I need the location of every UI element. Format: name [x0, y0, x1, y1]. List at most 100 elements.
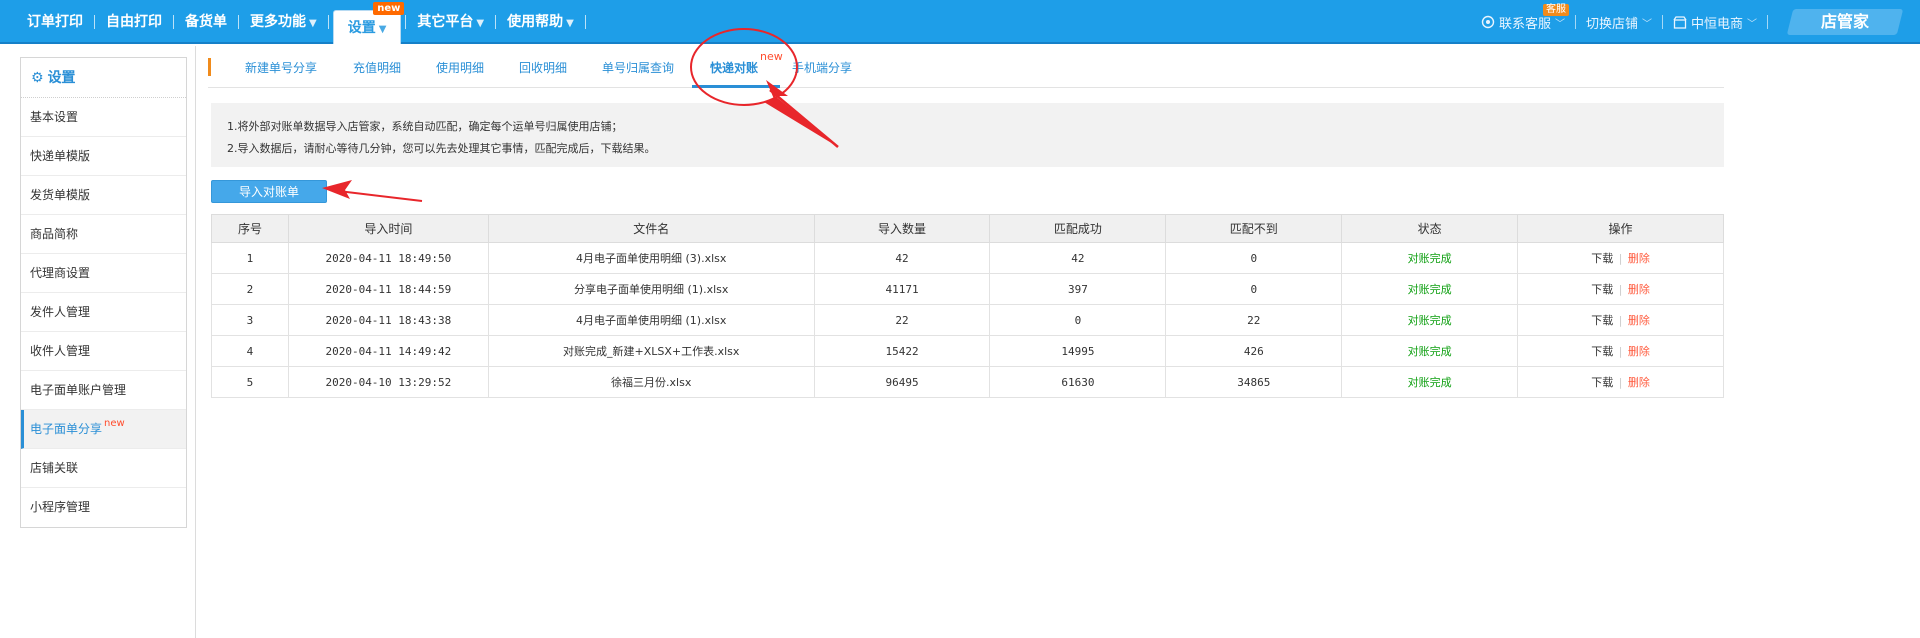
import-count: 22 [813, 304, 991, 336]
row-number: 3 [211, 304, 289, 336]
nav-settings[interactable]: 设置 ▼ new [332, 2, 405, 44]
download-link[interactable]: 下载 [1591, 376, 1613, 389]
sidebar-item-express-template[interactable]: 快递单模版 [21, 137, 186, 176]
table-row: 1 2020-04-11 18:49:50 4月电子面单使用明细 (3).xls… [211, 242, 1724, 274]
import-count: 96495 [813, 366, 991, 398]
nav-other-platforms[interactable]: 其它平台 ▼ [406, 0, 495, 44]
table-row: 4 2020-04-11 14:49:42 对账完成_新建+XLSX+工作表.x… [211, 335, 1724, 367]
dropdown-arrow-icon: ▼ [476, 18, 485, 29]
status-cell: 对账完成 [1341, 335, 1519, 367]
new-badge: new [373, 2, 405, 15]
sidebar-item-sender-management[interactable]: 发件人管理 [21, 293, 186, 332]
tabs-accent-bar [208, 58, 211, 76]
status-text: 对账完成 [1407, 252, 1452, 265]
sidebar-item-mini-program[interactable]: 小程序管理 [21, 488, 186, 527]
file-name: 分享电子面单使用明细 (1).xlsx [487, 273, 815, 305]
column-header: 状态 [1341, 214, 1519, 243]
sidebar-item-delivery-template[interactable]: 发货单模版 [21, 176, 186, 215]
status-text: 对账完成 [1407, 283, 1452, 296]
matched-count: 14995 [989, 335, 1167, 367]
status-text: 对账完成 [1407, 314, 1452, 327]
file-name: 对账完成_新建+XLSX+工作表.xlsx [487, 335, 815, 367]
settings-sidebar: ⚙ 设置 基本设置 快递单模版 发货单模版 商品简称 代理商设置 发件人管理 收件… [20, 57, 187, 528]
unmatched-count: 0 [1165, 242, 1343, 274]
action-divider: | [1617, 283, 1624, 296]
download-link[interactable]: 下载 [1591, 314, 1613, 327]
sidebar-panel: ⚙ 设置 基本设置 快递单模版 发货单模版 商品简称 代理商设置 发件人管理 收件… [0, 46, 196, 638]
delete-link[interactable]: 删除 [1628, 345, 1650, 358]
instructions-box: 1.将外部对账单数据导入店管家，系统自动匹配，确定每个运单号归属使用店铺； 2.… [211, 103, 1724, 167]
download-link[interactable]: 下载 [1591, 252, 1613, 265]
table-row: 5 2020-04-10 13:29:52 徐福三月份.xlsx 96495 6… [211, 366, 1724, 398]
tab-waybill-lookup[interactable]: 单号归属查询 [602, 56, 674, 88]
matched-count: 397 [989, 273, 1167, 305]
tab-new-share[interactable]: 新建单号分享 [245, 56, 317, 88]
unmatched-count: 22 [1165, 304, 1343, 336]
sidebar-item-shop-association[interactable]: 店铺关联 [21, 449, 186, 488]
nav-divider [327, 15, 329, 29]
row-number: 5 [211, 366, 289, 398]
sidebar-title: ⚙ 设置 [21, 58, 186, 98]
nav-order-print[interactable]: 订单打印 [16, 0, 94, 44]
nav-divider [1767, 15, 1768, 29]
import-time: 2020-04-11 18:49:50 [287, 242, 489, 274]
action-divider: | [1617, 252, 1624, 265]
column-header: 序号 [211, 214, 289, 243]
chevron-down-icon: ﹀ [1641, 18, 1652, 30]
import-time: 2020-04-11 18:44:59 [287, 273, 489, 305]
nav-more-functions[interactable]: 更多功能 ▼ [239, 0, 328, 44]
status-text: 对账完成 [1407, 376, 1452, 389]
tab-usage-details[interactable]: 使用明细 [436, 56, 484, 88]
sidebar-item-product-short-name[interactable]: 商品简称 [21, 215, 186, 254]
nav-help[interactable]: 使用帮助 ▼ [496, 0, 585, 44]
column-header: 导入数量 [813, 214, 991, 243]
row-number: 1 [211, 242, 289, 274]
new-badge: new [104, 418, 125, 429]
delete-link[interactable]: 删除 [1628, 252, 1650, 265]
dropdown-arrow-icon: ▼ [566, 18, 574, 29]
active-tab-underline [692, 85, 780, 88]
import-time: 2020-04-11 18:43:38 [287, 304, 489, 336]
actions-cell: 下载 | 删除 [1517, 304, 1724, 336]
instruction-line: 2.导入数据后，请耐心等待几分钟，您可以先去处理其它事情，匹配完成后，下载结果。 [227, 142, 656, 155]
delete-link[interactable]: 删除 [1628, 314, 1650, 327]
delete-link[interactable]: 删除 [1628, 283, 1650, 296]
file-name: 4月电子面单使用明细 (1).xlsx [487, 304, 815, 336]
top-nav-bar: 订单打印 自由打印 备货单 更多功能 ▼ 设置 ▼ new 其它平台 ▼ 使用帮助 ▼ 联… [0, 0, 1920, 44]
shop-account[interactable]: 中恒电商 ﹀ [1663, 13, 1767, 32]
import-time: 2020-04-11 14:49:42 [287, 335, 489, 367]
status-cell: 对账完成 [1341, 304, 1519, 336]
sidebar-item-waybill-sharing[interactable]: 电子面单分享 new [21, 410, 186, 449]
import-time: 2020-04-10 13:29:52 [287, 366, 489, 398]
column-header: 导入时间 [287, 214, 489, 243]
nav-divider [584, 15, 586, 29]
tab-recharge-details[interactable]: 充值明细 [353, 56, 401, 88]
import-statement-button[interactable]: 导入对账单 [211, 180, 327, 203]
row-number: 2 [211, 273, 289, 305]
download-link[interactable]: 下载 [1591, 283, 1613, 296]
contact-support[interactable]: 联系客服 ﹀ 客服 [1471, 3, 1575, 32]
sidebar-item-waybill-accounts[interactable]: 电子面单账户管理 [21, 371, 186, 410]
nav-stock-list[interactable]: 备货单 [174, 0, 238, 44]
sidebar-item-receiver-management[interactable]: 收件人管理 [21, 332, 186, 371]
reconciliation-table: 序号 导入时间 文件名 导入数量 匹配成功 匹配不到 状态 操作 1 2020-… [211, 214, 1724, 398]
nav-free-print[interactable]: 自由打印 [95, 0, 173, 44]
unmatched-count: 0 [1165, 273, 1343, 305]
tab-express-reconciliation[interactable]: 快递对账 [710, 56, 758, 88]
tab-mobile-share[interactable]: 手机端分享 [792, 56, 852, 88]
action-divider: | [1617, 345, 1624, 358]
status-cell: 对账完成 [1341, 242, 1519, 274]
sidebar-item-agent-settings[interactable]: 代理商设置 [21, 254, 186, 293]
main-nav: 订单打印 自由打印 备货单 更多功能 ▼ 设置 ▼ new 其它平台 ▼ 使用帮助 ▼ [16, 0, 586, 44]
sidebar-item-basic-settings[interactable]: 基本设置 [21, 98, 186, 137]
dropdown-arrow-icon: ▼ [309, 18, 317, 29]
tab-recycle-details[interactable]: 回收明细 [519, 56, 567, 88]
actions-cell: 下载 | 删除 [1517, 273, 1724, 305]
file-name: 徐福三月份.xlsx [487, 366, 815, 398]
sub-tabs: 新建单号分享 充值明细 使用明细 回收明细 单号归属查询 快递对账 new 手机… [208, 50, 1724, 88]
matched-count: 42 [989, 242, 1167, 274]
switch-shop[interactable]: 切换店铺 ﹀ [1576, 13, 1662, 32]
delete-link[interactable]: 删除 [1628, 376, 1650, 389]
import-count: 15422 [813, 335, 991, 367]
download-link[interactable]: 下载 [1591, 345, 1613, 358]
